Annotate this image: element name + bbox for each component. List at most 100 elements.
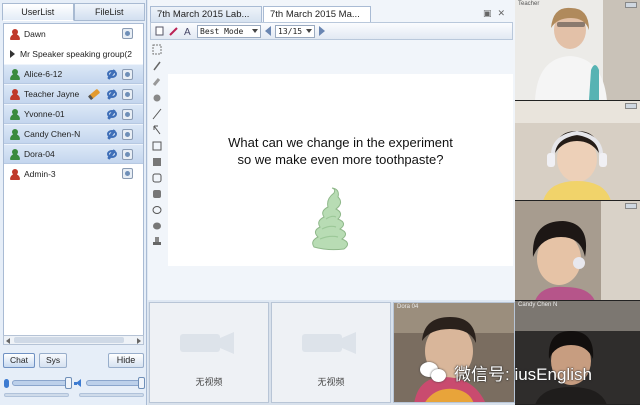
user-actions [87,88,133,101]
tab-chat[interactable]: Chat [3,352,35,368]
scroll-left-icon[interactable] [6,338,10,344]
stamp-icon[interactable] [152,236,162,248]
speaker-volume-knob[interactable] [138,377,145,389]
video-minimize-icon[interactable] [625,203,637,209]
pencil-icon[interactable] [87,88,101,101]
camera-icon[interactable] [122,109,133,120]
scroll-right-icon[interactable] [137,338,141,344]
select-icon[interactable] [152,44,162,56]
filled-ellipse-icon[interactable] [152,220,162,232]
wrench-icon[interactable] [106,109,117,120]
video-slot-1[interactable]: 无视频 [149,302,269,403]
student-video-feed [515,201,640,300]
expand-arrow-icon[interactable] [10,50,15,58]
camera-icon[interactable] [122,28,133,39]
user-actions [106,69,133,80]
wrench-icon[interactable] [106,149,117,160]
filled-rounded-rectangle-icon[interactable] [152,188,162,200]
user-row[interactable]: Dora-04 [4,144,143,164]
user-row[interactable]: Dawn [4,24,143,44]
rectangle-icon[interactable] [152,140,162,152]
text-icon[interactable]: A [183,26,193,36]
user-row[interactable]: Candy Chen-N [4,124,143,144]
wrench-icon[interactable] [106,69,117,80]
user-icon [10,68,20,80]
user-row[interactable]: Alice-6-12 [4,64,143,84]
chevron-down-icon [252,29,258,33]
mic-volume-knob[interactable] [64,377,72,389]
next-page-icon[interactable] [319,26,325,36]
slide-canvas[interactable]: What can we change in the experiment so … [168,74,513,266]
user-list[interactable]: Dawn Mr Speaker speaking group(2 Alice-6-1… [3,23,144,343]
wechat-icon [420,361,448,384]
camera-icon[interactable] [122,149,133,160]
camera-icon[interactable] [122,168,133,179]
user-icon [10,88,20,100]
tab-sys[interactable]: Sys [38,352,68,368]
video-student-4[interactable]: Candy Chen N [515,301,640,405]
whiteboard-toolbar: A Best Mode 13/15 [150,22,513,40]
eraser-icon[interactable] [152,76,162,88]
video-student-2[interactable] [515,101,640,201]
wrench-icon[interactable] [106,129,117,140]
speaker-volume-slider[interactable] [85,377,145,389]
no-video-label: 无视频 [195,377,223,387]
user-actions [122,28,133,39]
video-slot-dora[interactable]: Dora 04 [393,302,515,403]
video-slot-2[interactable]: 无视频 [271,302,391,403]
video-teacher[interactable]: Teacher [515,0,640,101]
hide-button[interactable]: Hide [108,352,144,368]
rounded-rectangle-icon[interactable] [152,172,162,184]
prev-page-icon[interactable] [265,26,271,36]
wechat-watermark: 微信号: iusEnglish [420,360,592,385]
line-icon[interactable] [152,108,162,120]
video-placeholder-logo [300,328,364,356]
mic-level-meter [4,393,69,397]
user-actions [106,149,133,160]
mode-select[interactable]: Best Mode [197,24,261,38]
arrow-icon[interactable] [152,124,162,136]
filled-rectangle-icon[interactable] [152,156,162,168]
user-row[interactable]: Yvonne-01 [4,104,143,124]
camera-icon[interactable] [122,129,133,140]
tab-userlist[interactable]: UserList [2,3,74,21]
user-icon [10,28,20,40]
user-icon [10,168,20,180]
video-minimize-icon[interactable] [625,103,637,109]
tab-filelist[interactable]: FileList [73,3,145,21]
chat-tab-bar: Chat Sys Hide [3,352,144,368]
close-icon[interactable]: ✕ [497,8,505,19]
user-list-scrollbar[interactable] [3,335,144,345]
teacher-video-feed [515,0,640,100]
video-minimize-icon[interactable] [625,2,637,8]
camera-icon[interactable] [122,89,133,100]
student-video-feed [515,301,640,404]
student-video-feed [394,303,514,402]
edit-icon[interactable] [169,26,179,36]
user-row[interactable]: Admin-3 [4,164,143,184]
restore-icon[interactable]: ▣ [483,8,492,19]
speaker-icon[interactable] [73,378,83,388]
user-actions [106,129,133,140]
video-student-3[interactable] [515,201,640,301]
user-row[interactable]: Teacher Jayne [4,84,143,104]
bottom-video-row: 无视频 无视频 Dora 04 [148,302,515,405]
doc-tab-1[interactable]: 7th March 2015 Lab... [150,6,262,22]
page-select[interactable]: 13/15 [275,24,315,38]
microphone-icon[interactable] [4,378,9,388]
camera-icon[interactable] [122,69,133,80]
drawing-tools [150,41,164,266]
user-actions [122,168,133,179]
user-group-row[interactable]: Mr Speaker speaking group(2 [4,44,143,64]
pen-icon[interactable] [152,60,162,72]
scroll-thumb[interactable] [14,337,124,343]
ellipse-icon[interactable] [152,204,162,216]
new-page-icon[interactable] [155,26,165,36]
user-icon [10,148,20,160]
user-name: Admin-3 [24,169,56,179]
page-value: 13/15 [278,26,303,36]
fill-icon[interactable] [152,92,162,104]
mic-volume-slider[interactable] [12,377,72,389]
wrench-icon[interactable] [106,89,117,100]
doc-tab-2[interactable]: 7th March 2015 Ma... [263,6,371,22]
